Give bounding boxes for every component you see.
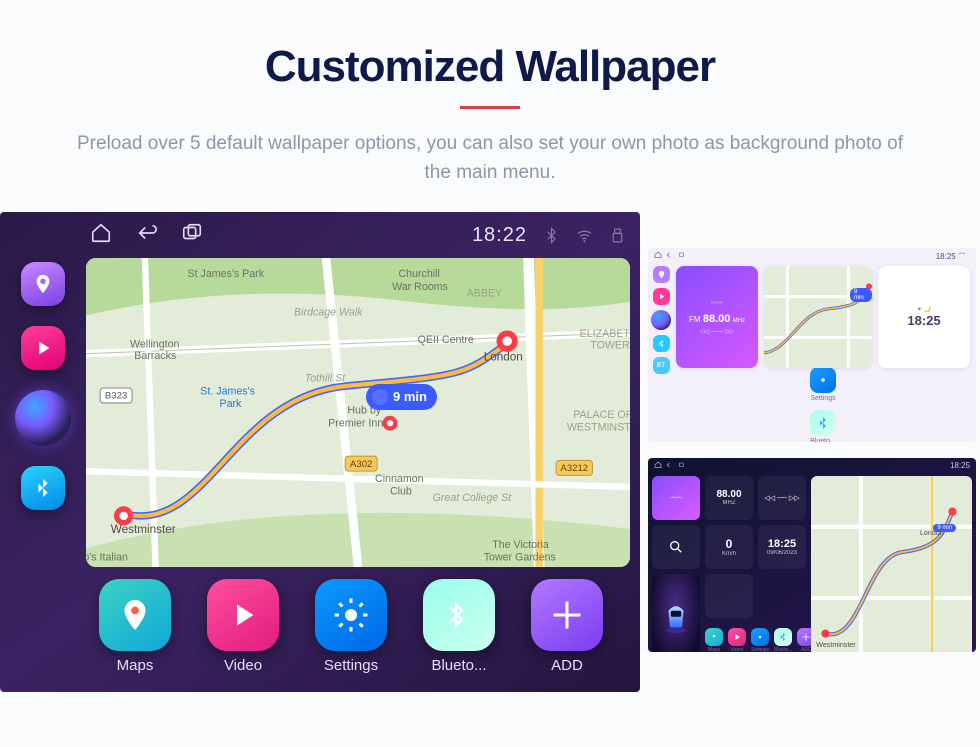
side-bt-icon[interactable] [653,335,670,352]
blank-tile-b2 [758,574,806,618]
fm-card[interactable]: 〰〰 FM 88.00 MHz ◁◁ ─── ▷▷ [676,266,758,368]
side-bt-label[interactable]: BT [653,357,670,374]
dock-add[interactable]: ADD [524,579,610,674]
media-controls-b[interactable]: ◁◁ ── ▷▷ [758,476,806,520]
dock-b-settings[interactable]: Settings [751,628,769,652]
fm-tile-b[interactable]: 〰〰 [652,476,700,520]
svg-text:A3212: A3212 [560,463,588,474]
hero: Customized Wallpaper Preload over 5 defa… [0,0,980,212]
map-label: The Victoria [492,539,549,551]
sidebar-media[interactable] [21,326,65,370]
map-card-a[interactable]: 9 min [764,266,872,368]
map-label: St James's Park [188,268,265,280]
map-label: io's Italian [86,551,128,563]
side-orb-icon[interactable] [651,310,671,330]
map-label: Park [219,398,242,410]
search-tile-b[interactable] [652,525,700,569]
wallpaper-previews: 18:22 [0,212,980,732]
sidebar-bluetooth[interactable] [21,466,65,510]
speed-tile-b: 0Km/h [705,525,753,569]
wifi-status-icon [576,227,593,244]
head-unit-main: 18:22 [0,212,640,692]
dock-b-blueto[interactable]: Blueto... [774,628,792,652]
dock-b-video[interactable]: Video [728,628,746,652]
dock-a-settings[interactable]: Settings [810,367,836,402]
map-label: Club [390,485,412,497]
sidebar-assistant[interactable] [15,390,71,446]
map-label: St. James's [200,385,255,397]
usb-status-icon [609,227,626,244]
map-label: ELIZABETH [580,328,630,340]
svg-text:B323: B323 [105,391,127,402]
clock: 18:22 [472,224,527,247]
dock-maps[interactable]: Maps [92,579,178,674]
map-label: Birdcage Walk [294,306,363,318]
map-label: London [484,350,523,363]
map-label: Premier Inn [328,417,383,429]
eta-badge-a: 9 min [850,288,872,302]
clock-card-a: ☀ 🌙 18:25 [878,266,970,368]
head-unit-preview-light: 18:25 BT 〰〰 FM 88.00 MHz ◁◁ ─── ▷▷ 9 min… [648,248,976,442]
page-title: Customized Wallpaper [60,42,920,92]
map-label: TOWER [590,339,630,351]
map-label: Tothill St [305,372,346,384]
map-label: WESTMINSTER [567,421,630,433]
dock-b-maps[interactable]: Maps [705,628,723,652]
page-subtitle: Preload over 5 default wallpaper options… [70,129,910,188]
back-icon[interactable] [136,222,158,244]
map-label: Tower Gardens [484,551,556,563]
home-icon[interactable] [90,222,112,244]
blank-tile-b [705,574,753,618]
map-eta-badge: 9 min [366,384,437,410]
eta-badge-b: 9 min [933,524,956,532]
map-widget[interactable]: St James's Park Churchill War Rooms ABBE… [86,258,630,567]
sidebar-a: BT [648,264,674,442]
sidebar [0,258,86,692]
dock-a-blueto[interactable]: Blueto... [810,410,836,442]
map-label: War Rooms [392,281,448,293]
status-bar: 18:22 [0,212,640,258]
map-label: Churchill [398,268,439,280]
map-label: Barracks [134,350,176,362]
dock-a: Maps Video Settings Blueto... ADD 18:250… [676,374,970,432]
clock-tile-b: 18:2509/06/2023 [758,525,806,569]
car-render-b [652,574,700,652]
bluetooth-status-icon [543,227,560,244]
app-dock: Maps Video Settings Blueto... ADD [86,579,630,692]
map-card-b[interactable]: LondonWestminster 9 min [811,476,972,652]
sidebar-location[interactable] [21,262,65,306]
dock-settings[interactable]: Settings [308,579,394,674]
title-divider [460,106,520,109]
side-play-icon[interactable] [653,288,670,305]
dock-b: Maps Video Settings Blueto... ADD [705,623,806,652]
map-label: Wellington [130,338,180,350]
head-unit-preview-dark: 18:25 〰〰 88.00MHZ ◁◁ ── ▷▷ LondonWestmin… [648,458,976,652]
map-label: Westminster [111,523,176,536]
map-label: Great College St [433,492,513,504]
recents-icon[interactable] [181,222,203,244]
mhz-tile-b[interactable]: 88.00MHZ [705,476,753,520]
svg-text:A302: A302 [350,459,372,470]
dock-video[interactable]: Video [200,579,286,674]
side-location-icon[interactable] [653,266,670,283]
dock-bluetooth[interactable]: Blueto... [416,579,502,674]
map-label: PALACE OF [573,409,630,421]
status-right: 18:22 [472,224,626,247]
svg-text:Westminster: Westminster [816,641,856,649]
map-label: Cinnamon [375,473,424,485]
status-left [90,222,221,250]
map-label: QEII Centre [418,334,474,346]
map-label: ABBEY [467,287,502,299]
